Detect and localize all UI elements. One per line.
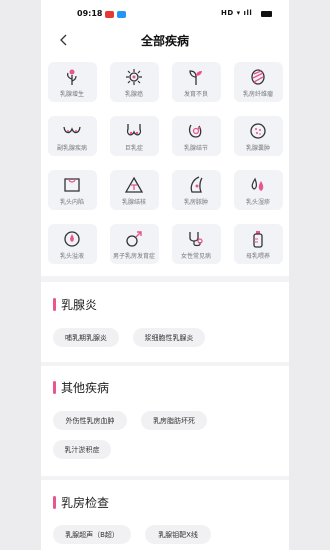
sprout-icon [189,70,202,85]
disease-label: 乳腺囊肿 [245,145,270,152]
chip-item[interactable]: 乳腺钼靶X线 [145,525,211,544]
disease-icon-box: 乳腺癌 [109,62,159,102]
disease-icon-box: 乳房脓肿 [171,170,221,210]
section-title: 乳房检查 [53,494,109,511]
disease-grid-item[interactable]: 母乳喂养 [227,224,289,278]
disease-icon-box: 乳腺结核 [109,170,159,210]
disease-icon-box: 乳腺囊肿 [233,116,283,156]
disease-icon-box: 男子乳房发育症 [109,224,159,264]
disease-label: 巨乳症 [124,145,143,152]
chip-item[interactable]: 哺乳期乳腺炎 [53,328,119,347]
flower-stem-icon [67,69,77,85]
disease-label: 乳房纤维瘤 [242,91,273,98]
section-other-diseases: 其他疾病 外伤性乳房血肿 乳房脂肪坏死 乳汁淤积症 [41,366,289,476]
disease-grid-item[interactable]: 乳头内陷 [41,170,103,224]
disease-label: 发育不良 [183,91,208,98]
disease-grid-item[interactable]: 乳头湿疹 [227,170,289,224]
drop-circle-icon [64,231,80,247]
disease-label: 乳腺癌 [124,91,143,98]
cyst-icon [250,123,266,139]
chip-item[interactable]: 乳汁淤积症 [53,440,111,459]
section-title: 其他疾病 [53,379,109,396]
disease-icon-box: 女性常见病 [171,224,221,264]
chip-item[interactable]: 乳房脂肪坏死 [141,411,207,430]
shirt-icon [64,178,80,192]
app-screen: 09:18 HD ▾ ıll 全部疾病 乳腺增生 乳腺癌 发育不良 乳房纤维瘤副乳腺疾… [41,0,289,550]
notification-icon [105,11,114,18]
page-title: 全部疾病 [140,34,189,48]
chip-item[interactable]: 外伤性乳房血肿 [53,411,127,430]
disease-label: 乳腺增生 [59,91,84,98]
virus-icon [126,69,142,85]
disease-label: 男子乳房发育症 [112,253,155,260]
disease-grid-item[interactable]: 乳头溢液 [41,224,103,278]
disease-grid-item[interactable]: 乳房脓肿 [165,170,227,224]
disease-label: 乳头湿疹 [245,199,270,206]
section-mastitis: 乳腺炎 哺乳期乳腺炎 浆细胞性乳腺炎 [41,282,289,362]
disease-label: 母乳喂养 [245,253,270,260]
battery-icon [261,11,272,17]
section-title-text: 乳房检查 [61,496,110,510]
disease-grid-item[interactable]: 乳腺结核 [103,170,165,224]
droplets-icon [251,177,264,191]
disease-grid-item[interactable]: 发育不良 [165,62,227,116]
disease-label: 乳房脓肿 [183,199,208,206]
status-time: 09:18 [77,9,103,18]
section-title-text: 乳腺炎 [61,298,98,312]
disease-icon-box: 乳腺增生 [47,62,97,102]
accent-bar [53,496,56,509]
chip-item[interactable]: 乳腺超声（B超） [53,525,131,544]
disease-grid-item[interactable]: 乳房纤维瘤 [227,62,289,116]
disease-icon-box: 乳头内陷 [47,170,97,210]
disease-grid-item[interactable]: 副乳腺疾病 [41,116,103,170]
section-title: 乳腺炎 [53,296,97,313]
disease-label: 乳腺结核 [121,199,146,206]
disease-grid-item[interactable]: 巨乳症 [103,116,165,170]
large-breast-icon [126,124,142,136]
accent-bar [53,381,56,394]
section-breast-exams: 乳房检查 乳腺超声（B超） 乳腺钼靶X线 [41,480,289,550]
warning-triangle-icon [124,176,144,193]
abscess-icon [190,176,203,193]
disease-icon-box: 乳腺结节 [171,116,221,156]
disease-label: 乳腺结节 [183,145,208,152]
section-title-text: 其他疾病 [61,381,110,395]
disease-label: 乳头内陷 [59,199,84,206]
disease-icon-box: 巨乳症 [109,116,159,156]
disease-grid-item[interactable]: 乳腺增生 [41,62,103,116]
disease-grid-item[interactable]: 乳腺囊肿 [227,116,289,170]
nodule-icon [189,124,202,138]
disease-icon-box: 母乳喂养 [233,224,283,264]
nav-bar: 全部疾病 [41,28,289,52]
accent-bar [53,298,56,311]
notification-icon [117,11,126,18]
disease-label: 乳头溢液 [59,253,84,260]
signal-icons: HD ▾ ıll [221,9,253,17]
disease-grid-item[interactable]: 男子乳房发育症 [103,224,165,278]
disease-icon-box: 副乳腺疾病 [47,116,97,156]
disease-icon-box: 乳头溢液 [47,224,97,264]
stethoscope-icon [189,232,203,247]
disease-icon-box: 乳头湿疹 [233,170,283,210]
status-bar: 09:18 HD ▾ ıll [41,0,289,28]
striped-oval-icon [251,69,265,85]
disease-label: 副乳腺疾病 [56,145,87,152]
male-symbol-icon [126,231,142,247]
disease-grid-item[interactable]: 女性常见病 [165,224,227,278]
chip-item[interactable]: 浆细胞性乳腺炎 [133,328,205,347]
disease-label: 女性常见病 [180,253,211,260]
extra-breast-icon [63,126,81,134]
disease-grid: 乳腺增生 乳腺癌 发育不良 乳房纤维瘤副乳腺疾病 巨乳症 乳腺结节 乳腺囊肿乳头内陷 乳腺结核… [41,52,289,276]
disease-grid-item[interactable]: 乳腺癌 [103,62,165,116]
baby-bottle-icon [253,231,263,248]
disease-icon-box: 乳房纤维瘤 [233,62,283,102]
disease-grid-item[interactable]: 乳腺结节 [165,116,227,170]
disease-icon-box: 发育不良 [171,62,221,102]
